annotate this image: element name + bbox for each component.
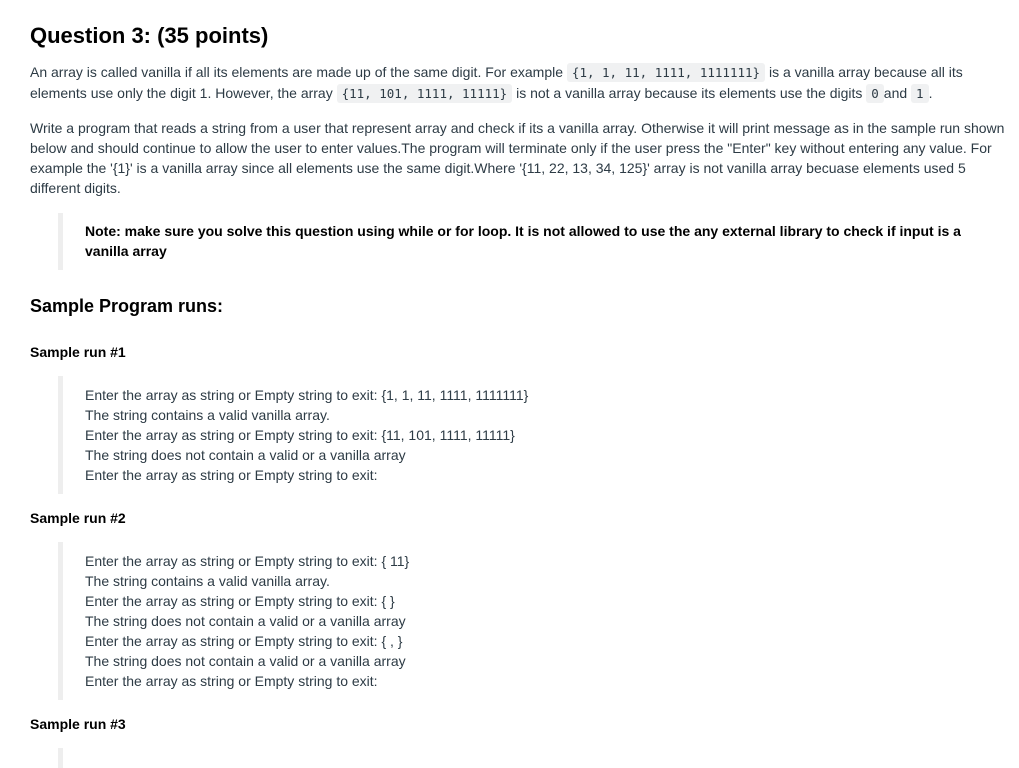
sample-run-3-title: Sample run #3 <box>30 716 126 732</box>
sample-run-3-output <box>58 748 85 768</box>
intro-paragraph: An array is called vanilla if all its el… <box>30 62 1010 104</box>
task-paragraph: Write a program that reads a string from… <box>30 120 1005 196</box>
sample-run-1-output: Enter the array as string or Empty strin… <box>58 376 528 494</box>
output-line: Enter the array as string or Empty strin… <box>85 673 378 689</box>
output-line: The string contains a valid vanilla arra… <box>85 573 330 589</box>
output-line: Enter the array as string or Empty strin… <box>85 387 529 403</box>
output-line: Enter the array as string or Empty strin… <box>85 427 515 443</box>
intro-text-e: . <box>928 85 933 101</box>
intro-text-c: is not a vanilla array because its eleme… <box>516 85 863 101</box>
code-digit-one: 1 <box>911 84 929 103</box>
note-text: Note: make sure you solve this question … <box>85 223 961 259</box>
output-line: The string contains a valid vanilla arra… <box>85 407 330 423</box>
output-line: Enter the array as string or Empty strin… <box>85 553 410 569</box>
intro-text-d: and <box>883 85 908 101</box>
output-line: The string does not contain a valid or a… <box>85 613 406 629</box>
sample-run-2-title: Sample run #2 <box>30 510 126 526</box>
code-vanilla-example: {1, 1, 11, 1111, 1111111} <box>566 63 766 82</box>
output-line: The string does not contain a valid or a… <box>85 447 406 463</box>
code-digit-zero: 0 <box>866 84 884 103</box>
sample-run-2-output: Enter the array as string or Empty strin… <box>58 542 409 700</box>
output-line: Enter the array as string or Empty strin… <box>85 633 403 649</box>
output-line: Enter the array as string or Empty strin… <box>85 593 395 609</box>
note-blockquote: Note: make sure you solve this question … <box>58 213 1005 270</box>
question-title: Question 3: (35 points) <box>30 23 269 48</box>
output-line: Enter the array as string or Empty strin… <box>85 467 378 483</box>
intro-text-a: An array is called vanilla if all its el… <box>30 64 564 80</box>
code-non-vanilla-example: {11, 101, 1111, 11111} <box>336 84 513 103</box>
sample-run-1-title: Sample run #1 <box>30 344 126 360</box>
sample-runs-heading: Sample Program runs: <box>30 296 224 316</box>
output-line: The string does not contain a valid or a… <box>85 653 406 669</box>
